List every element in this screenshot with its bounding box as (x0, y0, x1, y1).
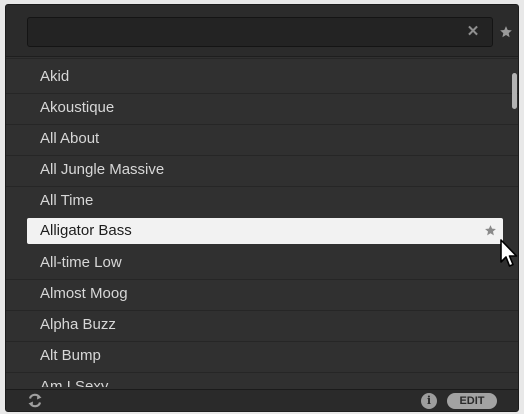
edit-button[interactable]: EDIT (447, 393, 497, 409)
divider (6, 341, 518, 342)
list-item[interactable]: All Jungle Massive (27, 157, 503, 183)
list-item[interactable]: Akid (27, 64, 503, 90)
divider (6, 310, 518, 311)
mouse-pointer-icon (500, 239, 518, 267)
list-item[interactable]: Almost Moog (27, 281, 503, 307)
close-icon[interactable]: ✕ (466, 23, 480, 41)
divider (6, 186, 518, 187)
divider (6, 279, 518, 280)
list-item[interactable]: Alt Bump (27, 343, 503, 369)
list-item[interactable]: Alpha Buzz (27, 312, 503, 338)
search-field[interactable]: ✕ (27, 17, 493, 47)
list-item-label: Alligator Bass (40, 222, 132, 239)
list-item[interactable]: All About (27, 126, 503, 152)
list-item-selected[interactable]: Alligator Bass (27, 218, 503, 244)
divider (6, 372, 518, 373)
star-icon[interactable] (499, 24, 513, 40)
search-input[interactable] (34, 22, 454, 42)
preset-list: Akid Akoustique All About All Jungle Mas… (6, 58, 518, 387)
scrollbar[interactable] (512, 65, 517, 385)
browser-panel: ✕ Akid Akoustique All About All Jungle M… (5, 4, 519, 412)
list-item[interactable]: Am I Sexy (27, 374, 503, 387)
scrollbar-thumb[interactable] (512, 73, 517, 109)
divider (6, 58, 518, 59)
divider (6, 124, 518, 125)
divider (6, 155, 518, 156)
star-icon[interactable] (484, 224, 497, 237)
refresh-icon[interactable] (27, 393, 43, 408)
search-header: ✕ (6, 5, 518, 57)
list-item[interactable]: All-time Low (27, 250, 503, 276)
list-item[interactable]: All Time (27, 188, 503, 214)
info-icon[interactable]: i (421, 393, 437, 409)
divider (6, 93, 518, 94)
list-item[interactable]: Akoustique (27, 95, 503, 121)
footer-bar: i EDIT (6, 389, 518, 411)
